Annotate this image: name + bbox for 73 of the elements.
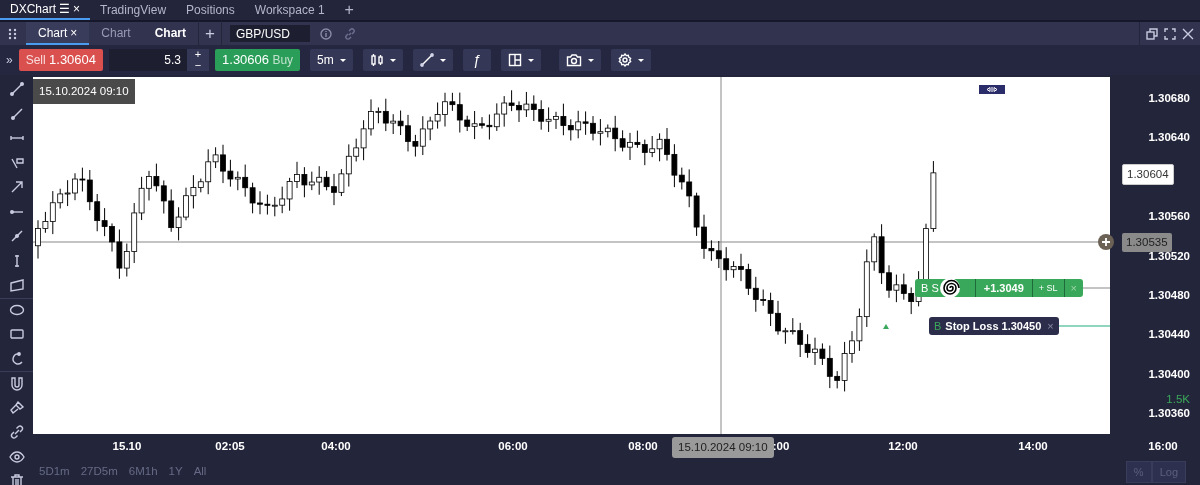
chart-tab[interactable]: Chart × [26, 22, 90, 45]
expand-button[interactable]: » [6, 51, 13, 69]
caret-icon [439, 58, 446, 62]
add-order-icon[interactable] [1098, 234, 1114, 250]
trend-line-icon[interactable] [8, 81, 25, 98]
caret-icon [637, 58, 644, 62]
symbol-field[interactable]: GBP/USD [230, 25, 310, 42]
time-tick: :00 [772, 439, 790, 454]
eye-icon[interactable] [8, 448, 25, 465]
restore-window-icon[interactable] [1146, 27, 1158, 40]
increment-button[interactable]: + [187, 49, 210, 60]
sell-button[interactable]: Sell 1.30604 [18, 49, 104, 71]
timeframe-dropdown[interactable]: 5m [310, 49, 353, 71]
stop-loss-label[interactable]: B Stop Loss 1.30450 × [929, 317, 1059, 335]
magnet-icon[interactable] [8, 375, 25, 392]
workspace-tab[interactable]: Workspace 1 [244, 0, 335, 20]
link-icon[interactable] [8, 424, 25, 441]
chart-tab[interactable]: Chart [89, 22, 143, 45]
caret-icon [587, 58, 594, 62]
info-icon[interactable] [320, 27, 332, 40]
time-tick: 14:00 [1018, 439, 1048, 454]
price-tick: 1.30640 [1148, 130, 1190, 146]
caret-icon [389, 58, 396, 62]
time-tick: 12:00 [888, 439, 918, 454]
buy-marker-icon [883, 324, 889, 329]
time-tick: 15.10 [112, 439, 142, 454]
close-button[interactable]: × [73, 0, 81, 19]
chart-tab[interactable]: Chart [142, 22, 199, 45]
time-tick: 02:05 [215, 439, 245, 454]
add-tab-button[interactable]: + [334, 0, 364, 20]
time-tick: 04:00 [321, 439, 351, 454]
crosshair-time-label: 15.10.2024 09:10 [33, 79, 135, 105]
time-tick: 08:00 [628, 439, 658, 454]
workspace-tab[interactable]: TradingView [90, 0, 177, 20]
close-button[interactable]: × [1047, 317, 1054, 335]
quantity-field[interactable]: 5.3 [109, 49, 188, 71]
price-tick: 1.30480 [1148, 288, 1190, 303]
brush-icon[interactable] [8, 399, 25, 416]
chart-type-dropdown[interactable] [362, 49, 403, 71]
drawing-dropdown[interactable] [412, 49, 453, 71]
trash-icon[interactable] [8, 473, 25, 485]
last-price-tag: 1.30604 [1122, 164, 1174, 186]
parallelogram-icon[interactable] [8, 277, 25, 294]
menu-button[interactable]: ☰ [59, 0, 70, 19]
layout-dropdown[interactable] [500, 49, 541, 71]
time-tick: 16:00 [1148, 439, 1178, 454]
scroll-handle-icon[interactable] [979, 85, 1005, 94]
price-tick: 1.30680 [1148, 91, 1190, 106]
screenshot-dropdown[interactable] [558, 49, 601, 71]
settings-dropdown[interactable] [610, 49, 651, 71]
decrement-button[interactable]: − [187, 60, 210, 71]
studies-button[interactable]: ƒ [462, 49, 491, 71]
price-tick: 1.30360 [1148, 406, 1190, 422]
grip-icon[interactable] [8, 27, 18, 40]
crosshair-time-tag: 15.10.2024 09:10 [672, 437, 774, 459]
caret-icon [339, 58, 346, 62]
line-tool-icon [419, 53, 434, 67]
settings-icon [617, 53, 632, 67]
price-tick: 1.30400 [1148, 366, 1190, 382]
crosshair-price-tag: 1.30535 [1122, 233, 1172, 253]
time-tick: 06:00 [498, 439, 528, 454]
camera-icon [565, 53, 582, 67]
caret-icon [527, 58, 534, 62]
workspace-tab[interactable]: Positions [176, 0, 245, 20]
fullscreen-icon[interactable] [1164, 27, 1176, 40]
layout-icon [507, 53, 522, 67]
price-tick: 1.30440 [1148, 327, 1190, 343]
spiral-icon [938, 277, 961, 299]
candles-icon [369, 53, 384, 67]
price-tick: 1.30560 [1148, 209, 1190, 225]
close-icon[interactable] [1182, 27, 1194, 40]
close-button[interactable]: × [70, 22, 78, 43]
volume-label: 1.5K [1166, 392, 1190, 407]
